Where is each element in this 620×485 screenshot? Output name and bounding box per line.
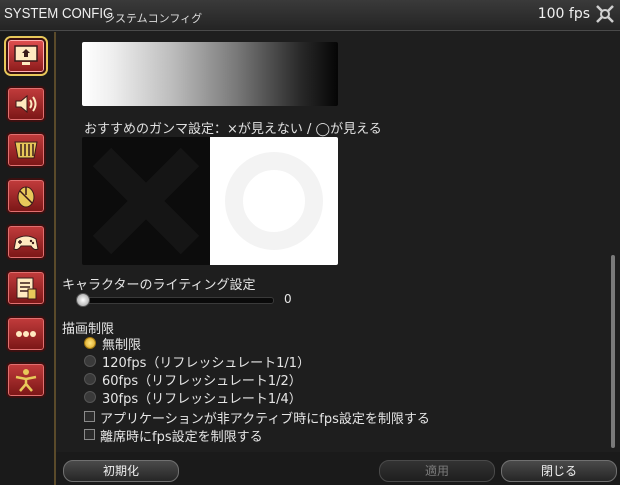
checkbox-box[interactable] [84, 429, 95, 440]
sidebar-item-graphics[interactable] [6, 132, 46, 168]
circle-icon [225, 152, 323, 250]
gamma-label: おすすめのガンマ設定：×が見えない / ◯が見える [84, 122, 382, 137]
radio-label: 30fps（リフレッシュレート1/4） [102, 392, 302, 407]
radio-indicator[interactable] [84, 337, 96, 349]
crossed-tools-icon[interactable] [594, 3, 616, 25]
settings-panel: おすすめのガンマ設定：×が見えない / ◯が見える キャラクターのライティング設… [56, 32, 606, 452]
lighting-slider-thumb[interactable] [76, 293, 90, 307]
speaker-icon [15, 94, 37, 114]
gamma-light-panel [210, 137, 338, 265]
gamma-dark-panel [82, 137, 210, 265]
lighting-value: 0 [284, 292, 292, 306]
gamepad-icon [13, 235, 39, 251]
sidebar [0, 32, 56, 485]
close-button[interactable]: 閉じる [501, 460, 617, 482]
radio-label: 無制限 [102, 338, 142, 353]
sidebar-item-sound[interactable] [6, 86, 46, 122]
sidebar-item-character[interactable] [6, 362, 46, 398]
sidebar-item-more[interactable] [6, 316, 46, 352]
sidebar-item-gamepad[interactable] [6, 224, 46, 260]
title-bar: SYSTEM CONFIG システムコンフィグ 100 fps [0, 0, 620, 31]
reset-button[interactable]: 初期化 [63, 460, 179, 482]
sidebar-item-other[interactable] [6, 270, 46, 306]
dots-icon [16, 331, 36, 337]
radio-indicator[interactable] [84, 355, 96, 367]
radio-indicator[interactable] [84, 373, 96, 385]
lighting-label: キャラクターのライティング設定 [62, 278, 256, 293]
gamma-gradient-bar [82, 42, 338, 106]
filter-icon [14, 141, 38, 159]
checkbox-label: 離席時にfps設定を制限する [100, 430, 263, 445]
checkbox-label: アプリケーションが非アクティブ時にfps設定を制限する [100, 412, 430, 427]
fps-counter: 100 fps [537, 6, 590, 22]
window-title: SYSTEM CONFIG [4, 5, 114, 22]
cross-icon [92, 147, 200, 255]
sidebar-item-display[interactable] [6, 38, 46, 74]
figure-icon [15, 369, 37, 392]
scrollbar-thumb[interactable] [611, 255, 615, 448]
mouse-icon [17, 186, 35, 208]
window-subtitle: システムコンフィグ [104, 12, 203, 25]
monitor-icon [14, 45, 38, 65]
radio-label: 60fps（リフレッシュレート1/2） [102, 374, 302, 389]
document-icon [16, 277, 37, 300]
checkbox-box[interactable] [84, 411, 95, 422]
radio-label: 120fps（リフレッシュレート1/1） [102, 356, 311, 371]
gamma-test-image [82, 137, 338, 265]
sidebar-item-mouse[interactable] [6, 178, 46, 214]
radio-indicator[interactable] [84, 391, 96, 403]
apply-button[interactable]: 適用 [379, 460, 495, 482]
lighting-slider-track[interactable] [82, 297, 274, 304]
